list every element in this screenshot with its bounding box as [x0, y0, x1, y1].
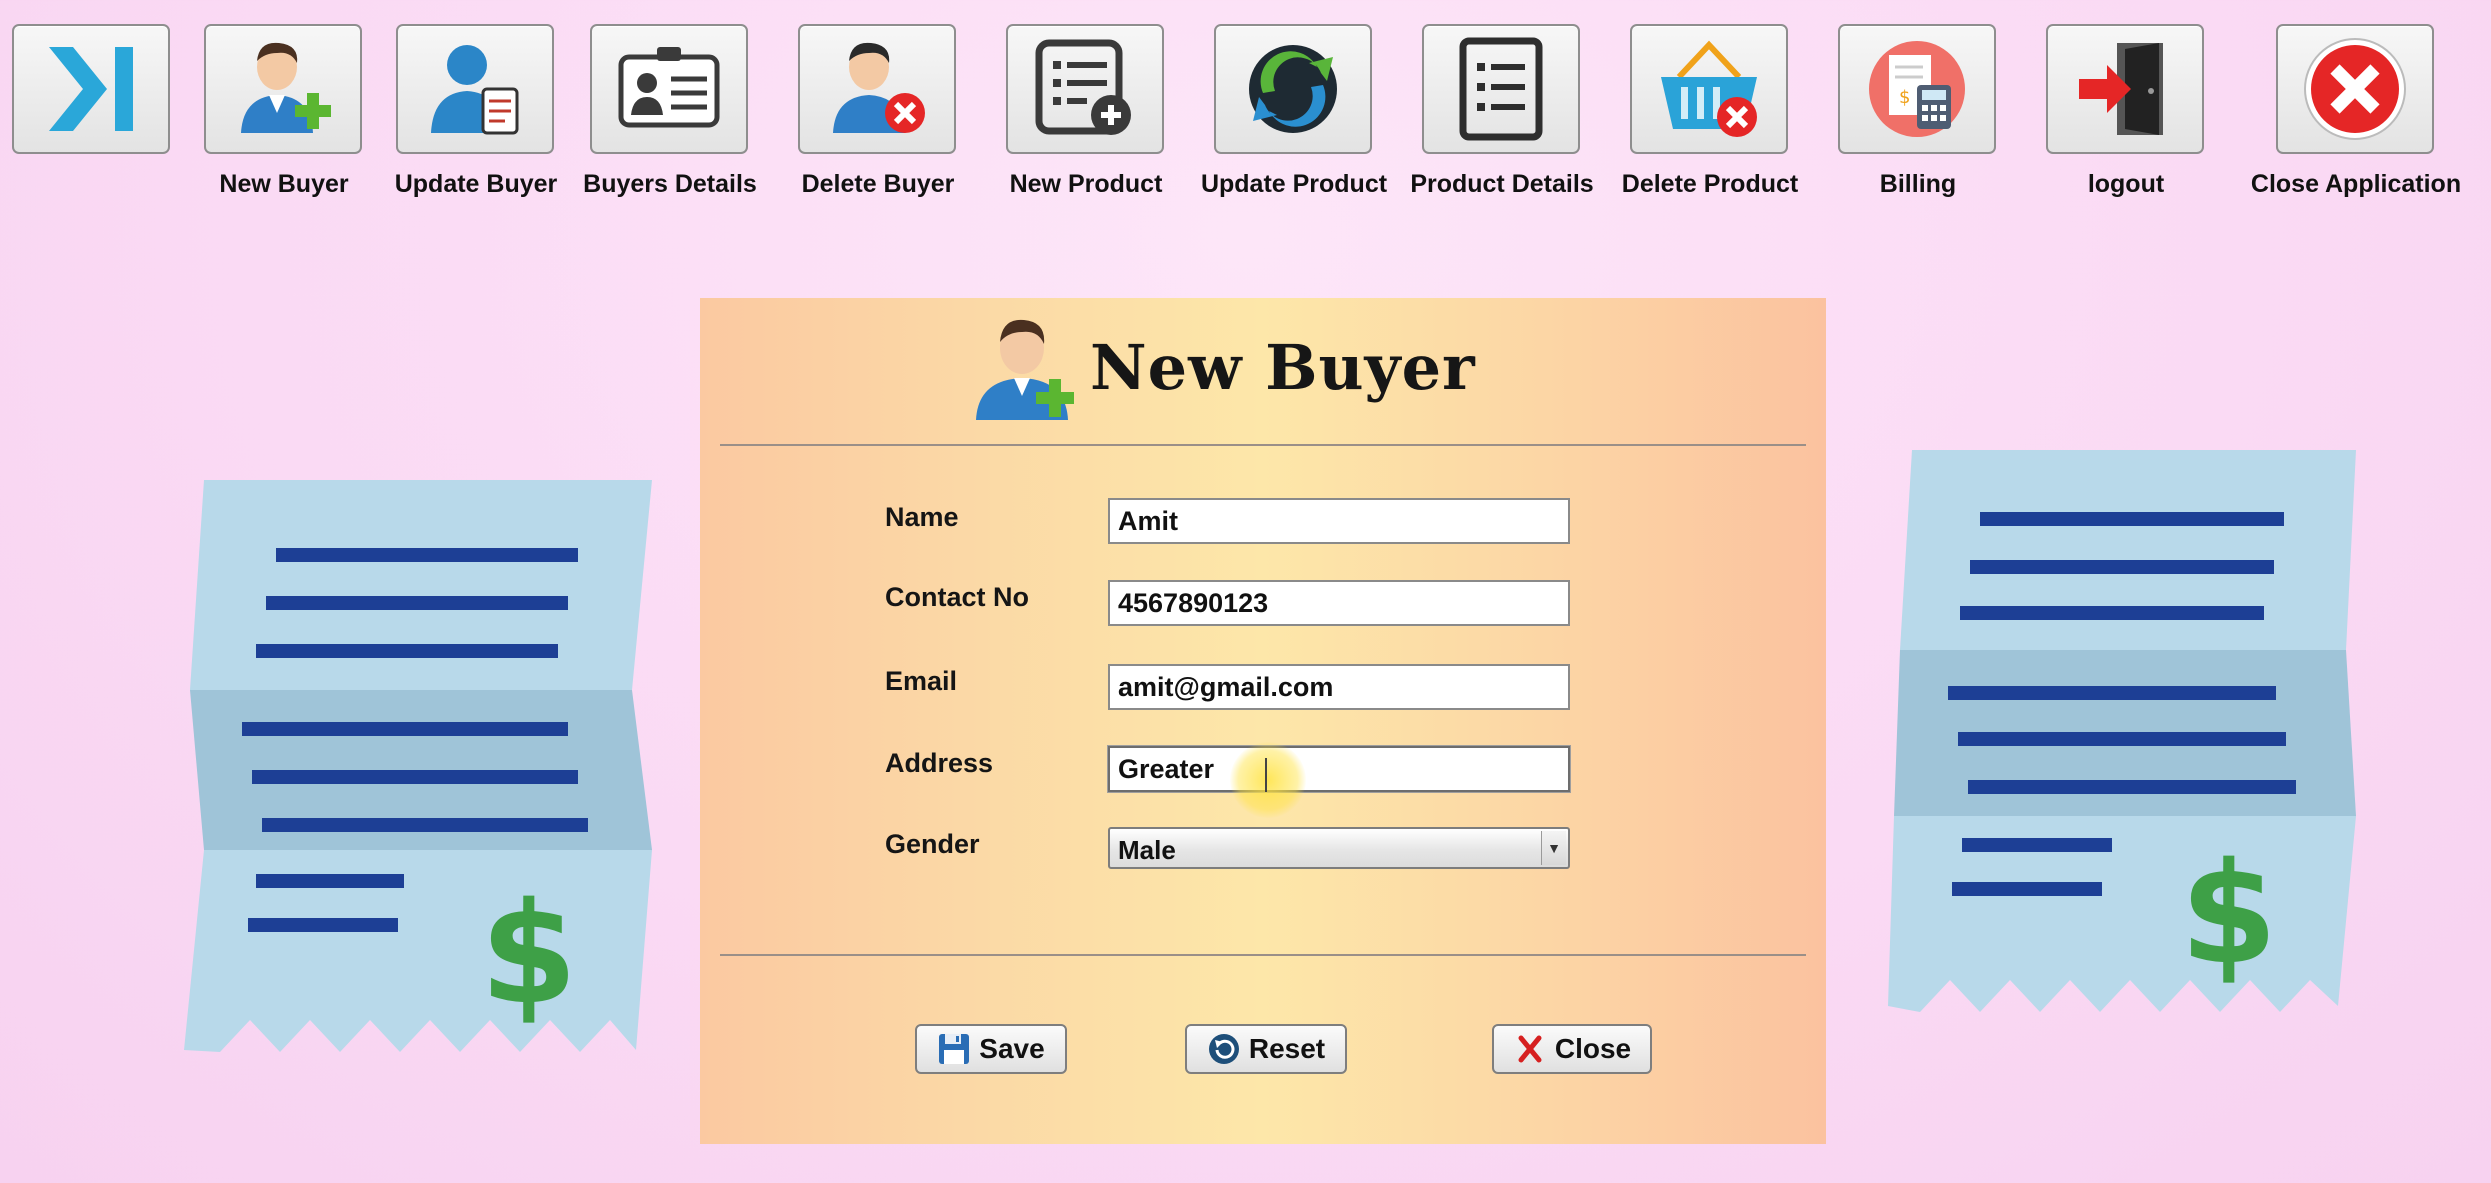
toolbar-item-buyers-details[interactable]: Buyers Details	[583, 22, 757, 202]
update-buyer-button[interactable]	[396, 24, 554, 154]
chevron-down-icon[interactable]: ▼	[1541, 831, 1566, 865]
toolbar-label: Close Application	[2250, 170, 2462, 198]
toolbar-item-product-details[interactable]: Product Details	[1410, 22, 1594, 202]
toolbar-item-logout[interactable]: logout	[2046, 22, 2206, 202]
id-card-icon	[618, 47, 720, 128]
add-list-icon	[1035, 39, 1131, 135]
new-buyer-dialog: New Buyer Name Contact No Email Address …	[700, 298, 1826, 1144]
dialog-title: New Buyer	[1090, 330, 1476, 404]
refresh-icon	[1249, 45, 1337, 133]
name-field[interactable]	[1108, 498, 1570, 544]
save-button[interactable]: Save	[915, 1024, 1067, 1074]
toolbar-item-close-application[interactable]: Close Application	[2251, 22, 2461, 202]
reset-button[interactable]: Reset	[1185, 1024, 1347, 1074]
update-user-icon	[431, 45, 519, 135]
svg-text:$: $	[1899, 87, 1910, 108]
billing-icon: $	[1869, 41, 1965, 137]
divider	[720, 954, 1806, 956]
name-label: Name	[885, 502, 959, 532]
delete-user-icon	[833, 42, 925, 133]
buyers-details-button[interactable]	[590, 24, 748, 154]
contact-field[interactable]	[1108, 580, 1570, 626]
reset-icon	[1208, 1034, 1239, 1064]
text-caret	[1265, 758, 1267, 792]
add-user-icon	[976, 319, 1074, 420]
gender-select[interactable]: Male ▼	[1108, 827, 1570, 869]
svg-text:$: $	[2180, 833, 2277, 996]
close-circle-icon	[2304, 38, 2406, 140]
close-button-label: Close	[1554, 1033, 1632, 1064]
close-application-button[interactable]	[2276, 24, 2434, 154]
new-product-button[interactable]	[1006, 24, 1164, 154]
close-button[interactable]: Close	[1492, 1024, 1652, 1074]
divider	[720, 444, 1806, 446]
logout-button[interactable]	[2046, 24, 2204, 154]
gender-select-value: Male	[1118, 835, 1176, 865]
close-icon	[1518, 1035, 1542, 1063]
toolbar-item-billing[interactable]: $ Billing	[1838, 22, 1998, 202]
delete-basket-icon	[1661, 40, 1757, 137]
svg-text:$: $	[480, 873, 577, 1036]
new-buyer-button[interactable]	[204, 24, 362, 154]
email-label: Email	[885, 666, 958, 696]
reset-button-label: Reset	[1248, 1033, 1326, 1064]
delete-product-button[interactable]	[1630, 24, 1788, 154]
email-field[interactable]	[1108, 664, 1570, 710]
save-icon	[939, 1034, 970, 1064]
address-field[interactable]	[1108, 746, 1570, 792]
gender-label: Gender	[885, 829, 980, 859]
update-product-button[interactable]	[1214, 24, 1372, 154]
add-user-icon	[241, 42, 331, 133]
delete-buyer-button[interactable]	[798, 24, 956, 154]
collapse-button[interactable]	[12, 24, 170, 154]
toolbar-item-new-product[interactable]: New Product	[1006, 22, 1166, 202]
billing-button[interactable]: $	[1838, 24, 1996, 154]
dialog-header: New Buyer	[970, 308, 1476, 426]
address-label: Address	[885, 748, 994, 778]
receipt-illustration-right: $	[1888, 450, 2356, 1012]
receipt-illustration-left: $	[184, 480, 652, 1052]
contact-label: Contact No	[885, 582, 1029, 612]
collapse-sidebar-icon	[49, 47, 133, 131]
toolbar-item-delete-buyer[interactable]: Delete Buyer	[798, 22, 958, 202]
product-details-button[interactable]	[1422, 24, 1580, 154]
toolbar-item-delete-product[interactable]: Delete Product	[1622, 22, 1798, 202]
list-icon	[1459, 37, 1543, 141]
toolbar-item-update-product[interactable]: Update Product	[1201, 22, 1387, 202]
logout-icon	[2079, 43, 2163, 135]
main-toolbar: New Buyer Update Buyer Buyers Details De…	[0, 0, 2491, 210]
save-button-label: Save	[979, 1033, 1045, 1064]
